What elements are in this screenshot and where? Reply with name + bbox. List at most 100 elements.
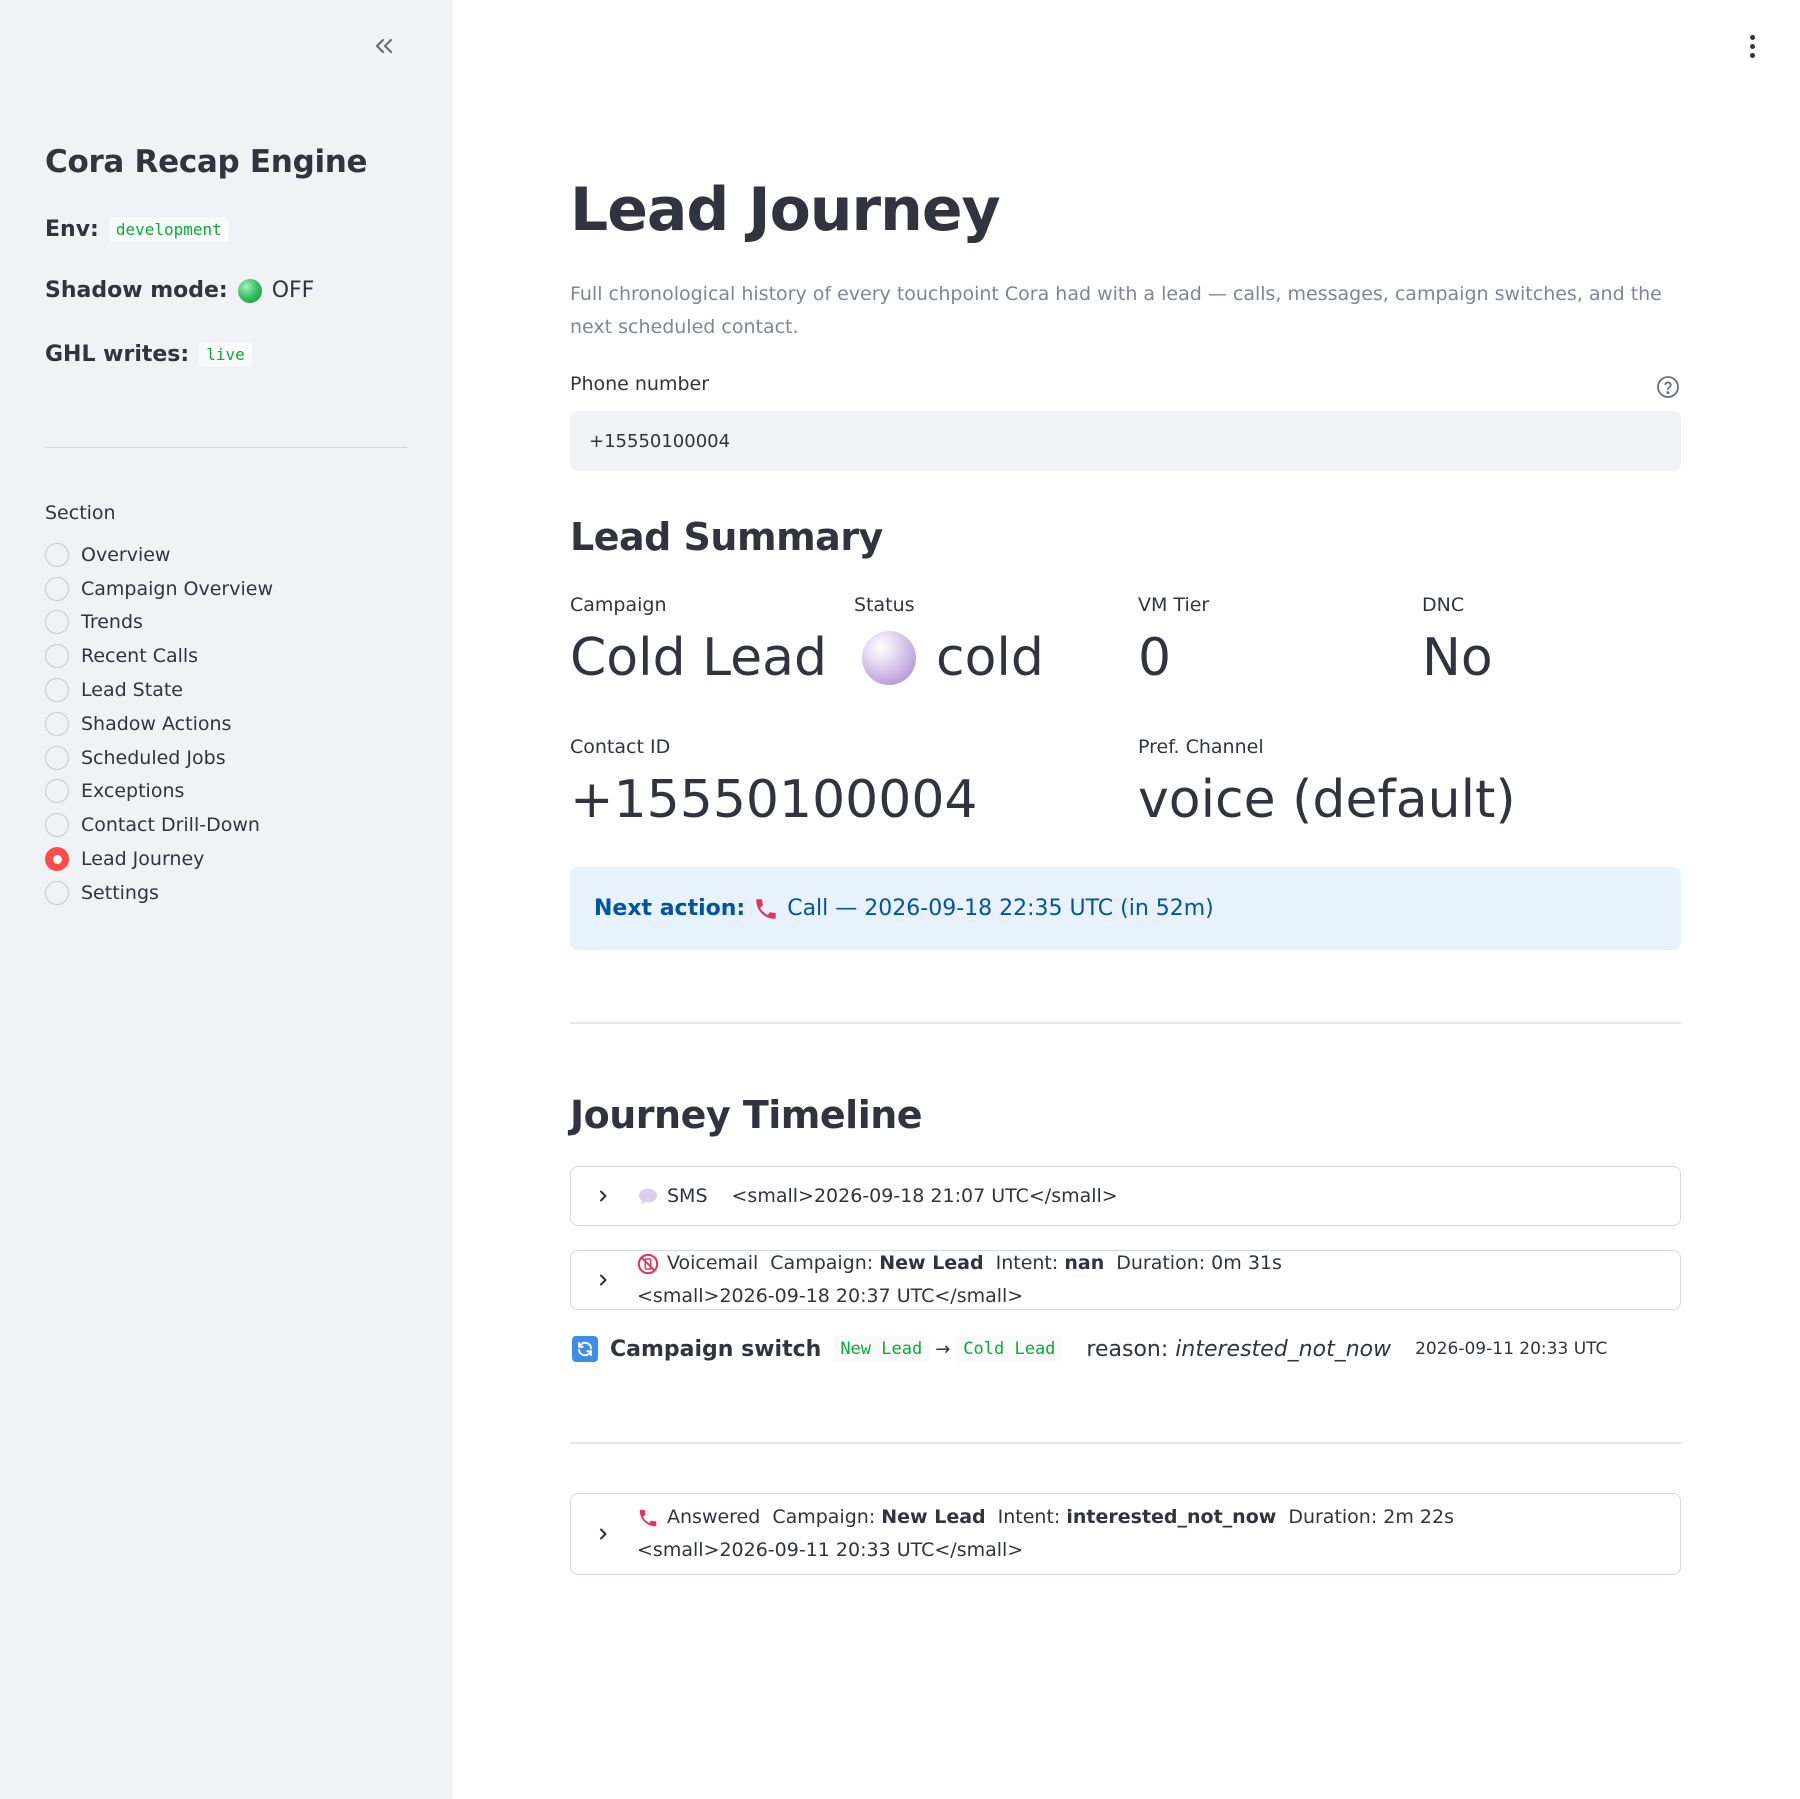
- event-type: SMS: [667, 1184, 708, 1207]
- page-description: Full chronological history of every touc…: [570, 283, 1662, 338]
- campaign-switch-row: Campaign switch New Lead → Cold Lead rea…: [572, 1336, 1607, 1362]
- next-action-info-box: Next action: Call — 2026-09-18 22:35 UTC…: [570, 867, 1681, 950]
- radio-label: Lead Journey: [81, 848, 205, 871]
- speech-balloon-icon: [638, 1188, 658, 1205]
- expander-title: Answered Campaign: New Lead Intent: inte…: [637, 1501, 1657, 1567]
- radio-recent-calls[interactable]: Recent Calls: [45, 639, 273, 673]
- purple-circle-icon: [862, 631, 916, 685]
- radio-circle: [45, 644, 69, 669]
- double-chevron-left-icon: [375, 38, 393, 54]
- radio-contact-drill-down[interactable]: Contact Drill-Down: [45, 808, 273, 842]
- metric-label: Contact ID: [570, 736, 671, 758]
- telephone-receiver-icon: [639, 1509, 657, 1526]
- metric-label: Status: [854, 594, 915, 616]
- main-menu-button[interactable]: [1740, 28, 1764, 64]
- event-duration: Duration: 2m 22s: [1288, 1506, 1454, 1528]
- timeline-expander-voicemail[interactable]: Voicemail Campaign: New Lead Intent: nan…: [570, 1250, 1681, 1310]
- chevron-right-icon: [600, 1190, 607, 1202]
- radio-label: Shadow Actions: [81, 712, 232, 735]
- right-arrow-icon: →: [935, 1338, 951, 1360]
- radio-trends[interactable]: Trends: [45, 606, 273, 640]
- collapse-sidebar-button[interactable]: [366, 28, 402, 64]
- radio-label: Settings: [81, 881, 159, 904]
- intent-value: interested_not_now: [1066, 1506, 1277, 1528]
- radio-shadow-actions[interactable]: Shadow Actions: [45, 707, 273, 741]
- radio-circle: [45, 779, 69, 804]
- radio-label: Contact Drill-Down: [81, 814, 260, 837]
- next-action-text: Call — 2026-09-18 22:35 UTC (in 52m): [787, 896, 1214, 921]
- telephone-receiver-icon: [756, 898, 776, 919]
- event-timestamp: <small>2026-09-18 21:07 UTC</small>: [731, 1184, 1118, 1207]
- env-row: Env: development: [45, 217, 229, 242]
- journey-timeline-heading: Journey Timeline: [570, 1093, 923, 1137]
- phone-number-label: Phone number: [570, 373, 710, 395]
- radio-exceptions[interactable]: Exceptions: [45, 775, 273, 809]
- campaign-switch-label: Campaign switch: [610, 1336, 822, 1362]
- metric-label: Pref. Channel: [1138, 736, 1264, 758]
- radio-overview[interactable]: Overview: [45, 538, 273, 572]
- campaign-label: Campaign:: [770, 1252, 874, 1274]
- green-circle-icon: [237, 278, 262, 303]
- shadow-mode-label: Shadow mode:: [45, 278, 228, 303]
- app-title: Cora Recap Engine: [45, 144, 368, 180]
- ghl-writes-row: GHL writes: live: [45, 342, 252, 367]
- radio-circle: [45, 576, 69, 601]
- metric-label: Campaign: [570, 594, 667, 616]
- radio-campaign-overview[interactable]: Campaign Overview: [45, 572, 273, 606]
- reason-label: reason:: [1086, 1336, 1169, 1362]
- kebab-menu-icon: [1749, 34, 1755, 40]
- metric-status: Status cold: [854, 594, 1044, 688]
- radio-circle-selected: [45, 847, 69, 872]
- event-timestamp: <small>2026-09-11 20:33 UTC</small>: [637, 1539, 1024, 1561]
- radio-scheduled-jobs[interactable]: Scheduled Jobs: [45, 741, 273, 775]
- expander-title: SMS <small>2026-09-18 21:07 UTC</small>: [637, 1180, 1118, 1213]
- metric-value: voice (default): [1138, 770, 1516, 830]
- radio-label: Recent Calls: [81, 645, 199, 668]
- section-radio-group: Overview Campaign Overview Trends Recent…: [45, 538, 273, 910]
- chevron-right-icon: [600, 1274, 607, 1286]
- from-campaign-chip: New Lead: [833, 1336, 930, 1362]
- arrows-clockwise-icon: [572, 1336, 598, 1362]
- event-duration: Duration: 0m 31s: [1116, 1252, 1282, 1274]
- campaign-value: New Lead: [879, 1252, 984, 1274]
- metric-value: +15550100004: [570, 770, 978, 830]
- sidebar-divider: [45, 447, 407, 448]
- radio-circle: [45, 610, 69, 635]
- intent-label: Intent:: [995, 1252, 1059, 1274]
- metric-value: 0: [1138, 628, 1172, 688]
- radio-circle: [45, 711, 69, 736]
- metric-campaign: Campaign Cold Lead: [570, 594, 827, 688]
- next-action-label: Next action:: [594, 896, 746, 921]
- expander-title: Voicemail Campaign: New Lead Intent: nan…: [637, 1247, 1680, 1313]
- help-icon[interactable]: [1656, 375, 1680, 399]
- timeline-expander-sms[interactable]: SMS <small>2026-09-18 21:07 UTC</small>: [570, 1166, 1681, 1226]
- radio-label: Overview: [81, 543, 171, 566]
- metric-vm-tier: VM Tier 0: [1138, 594, 1209, 688]
- no-mobile-phones-icon: [637, 1253, 659, 1274]
- radio-circle: [45, 880, 69, 905]
- radio-label: Lead State: [81, 679, 183, 702]
- radio-circle: [45, 745, 69, 770]
- metric-value: No: [1422, 628, 1493, 688]
- radio-label: Scheduled Jobs: [81, 746, 226, 769]
- timeline-expander-answered[interactable]: Answered Campaign: New Lead Intent: inte…: [570, 1493, 1681, 1575]
- page-title: Lead Journey: [570, 175, 1001, 245]
- sidebar: Cora Recap Engine Env: development Shado…: [0, 0, 452, 1799]
- chevron-right-icon: [600, 1528, 607, 1540]
- radio-lead-state[interactable]: Lead State: [45, 673, 273, 707]
- campaign-value: New Lead: [881, 1506, 986, 1528]
- radio-circle: [45, 542, 69, 567]
- radio-label: Campaign Overview: [81, 577, 273, 600]
- event-type: Voicemail: [667, 1252, 759, 1274]
- env-value: development: [108, 217, 229, 242]
- event-timestamp: 2026-09-11 20:33 UTC: [1415, 1339, 1608, 1359]
- intent-label: Intent:: [997, 1506, 1061, 1528]
- kebab-dot: [1749, 52, 1755, 58]
- radio-settings[interactable]: Settings: [45, 876, 273, 910]
- metric-value-row: cold: [854, 628, 1044, 688]
- phone-number-input[interactable]: [570, 411, 1681, 471]
- radio-lead-journey[interactable]: Lead Journey: [45, 842, 273, 876]
- radio-circle: [45, 813, 69, 838]
- to-campaign-chip: Cold Lead: [956, 1336, 1063, 1362]
- metric-contact-id: Contact ID +15550100004: [570, 736, 978, 830]
